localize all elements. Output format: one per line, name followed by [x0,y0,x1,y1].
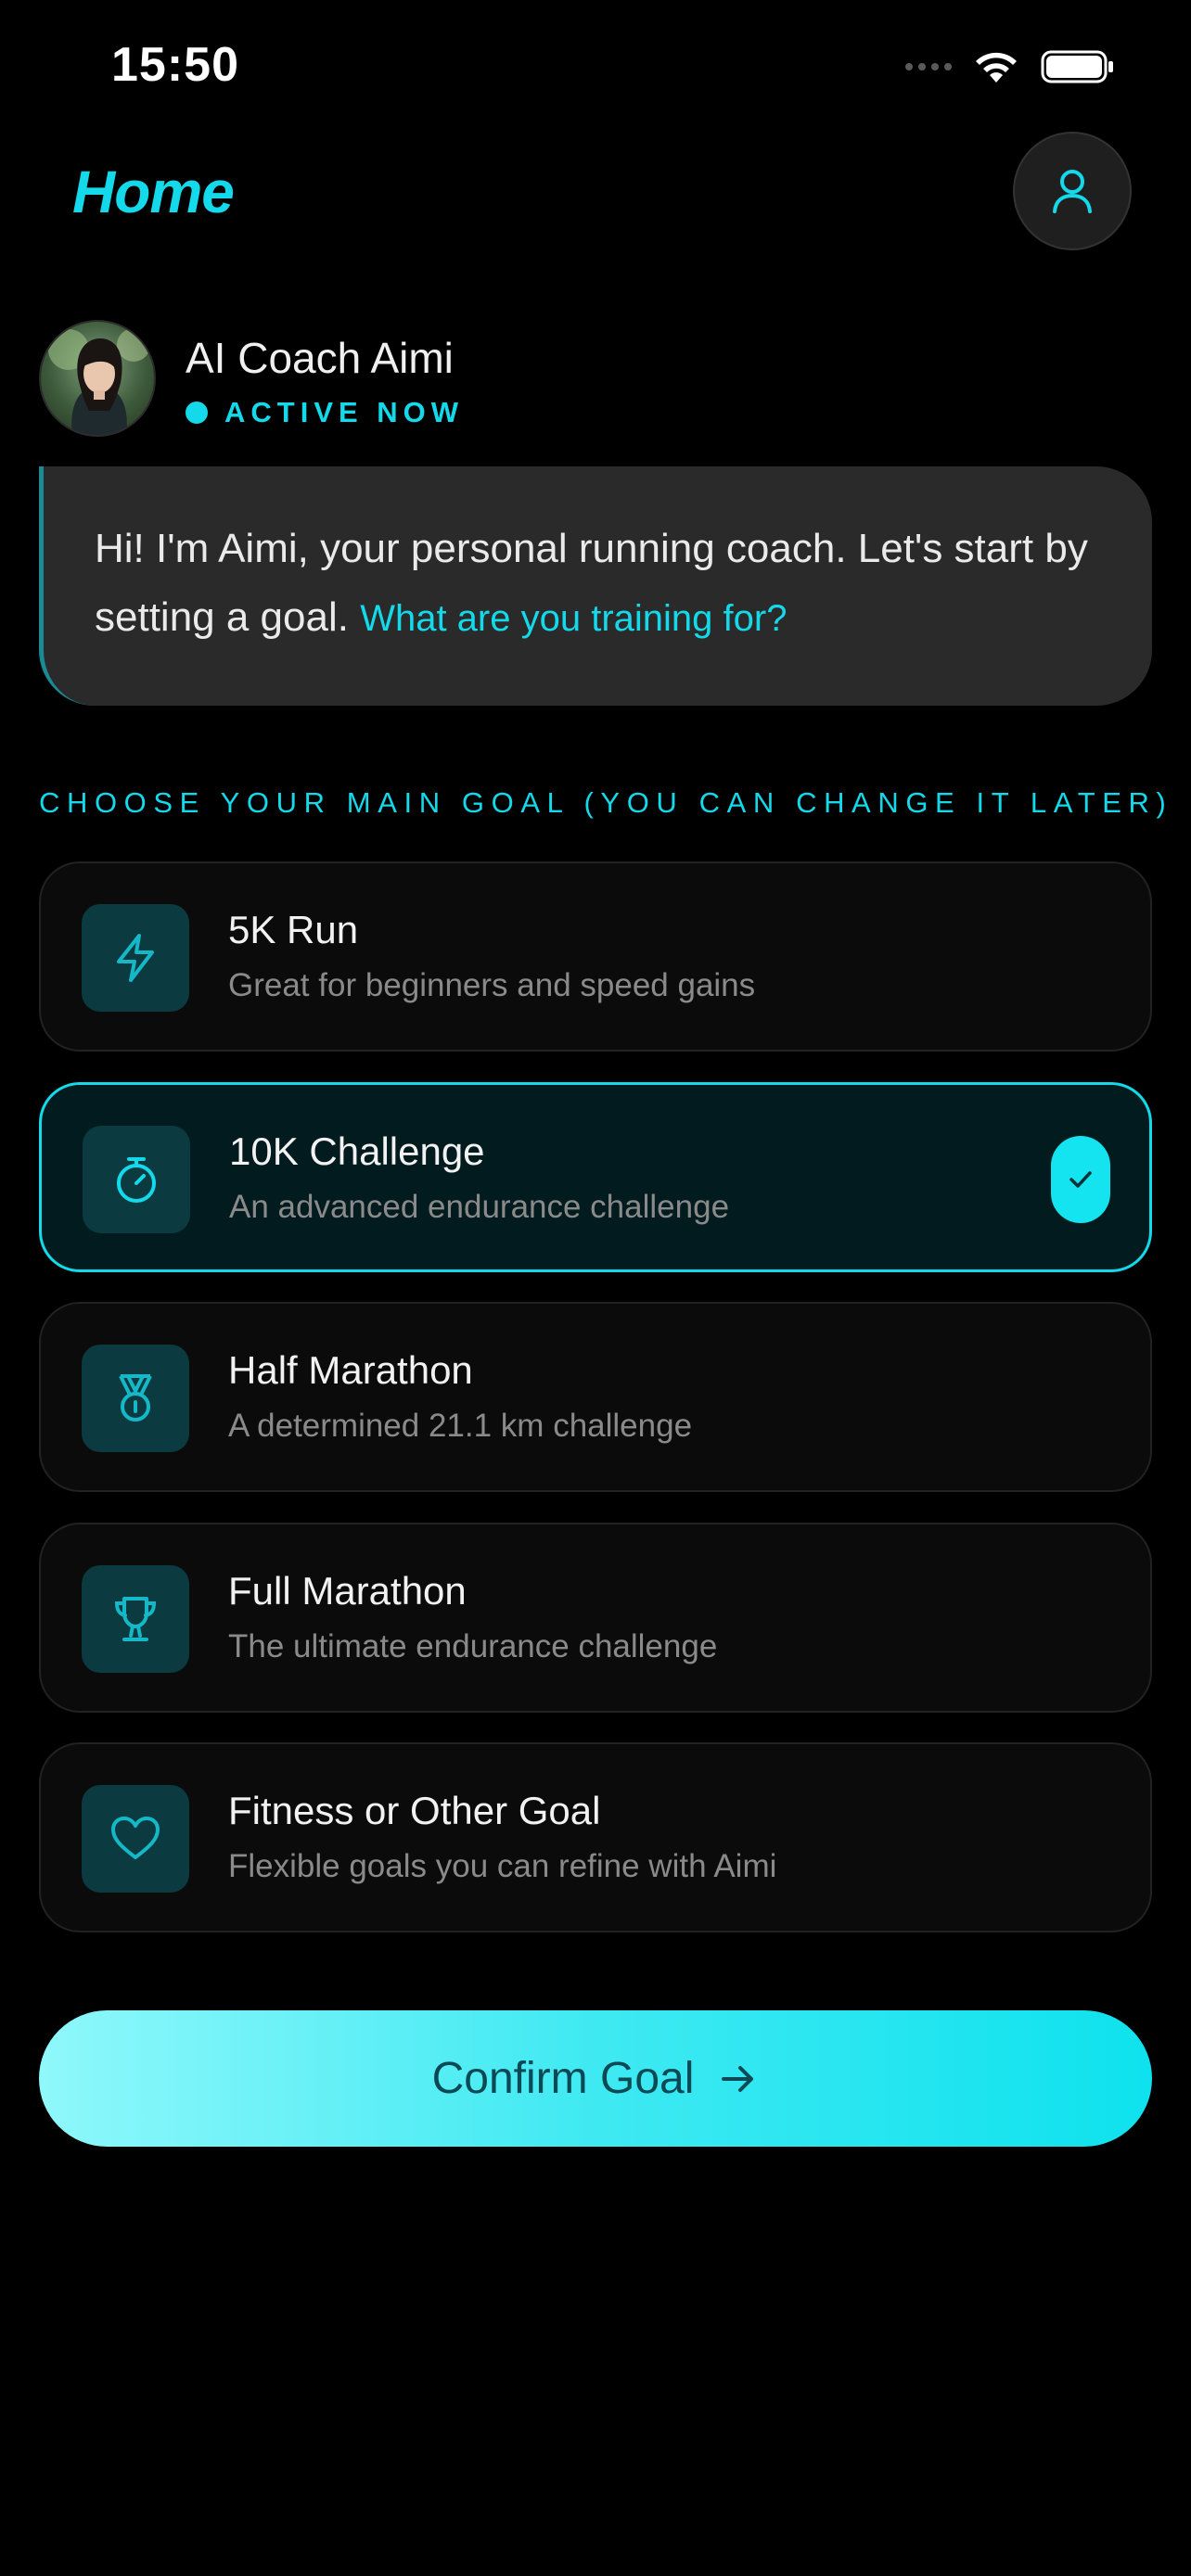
confirm-goal-button[interactable]: Confirm Goal [39,2010,1152,2147]
trophy-icon [82,1565,189,1673]
coach-header: AI Coach Aimi ACTIVE NOW [39,320,1152,437]
stopwatch-icon [83,1126,190,1233]
coach-avatar-image [48,328,150,435]
goal-card-fitness[interactable]: Fitness or Other Goal Flexible goals you… [39,1742,1152,1932]
coach-status: ACTIVE NOW [186,396,464,429]
user-icon [1053,170,1092,213]
page-title: Home [72,159,235,225]
medal-icon [82,1345,189,1452]
coach-message-bubble: Hi! I'm Aimi, your personal running coac… [39,466,1152,706]
wifi-icon [976,52,1017,83]
goal-title: Full Marathon [228,1569,467,1613]
cellular-signal-icon [905,63,952,70]
goal-description: A determined 21.1 km challenge [228,1408,693,1444]
goal-description: An advanced endurance challenge [229,1189,730,1225]
coach-message-highlight: What are you training for? [360,598,788,639]
status-icons [905,48,1115,85]
selected-check-badge [1051,1136,1110,1223]
goal-title: 5K Run [228,908,359,951]
goal-card-5k[interactable]: 5K Run Great for beginners and speed gai… [39,861,1152,1052]
profile-button[interactable] [1013,132,1132,250]
status-time: 15:50 [111,38,239,92]
goal-description: Great for beginners and speed gains [228,967,756,1003]
goal-description: Flexible goals you can refine with Aimi [228,1848,777,1884]
goal-card-10k[interactable]: 10K Challenge An advanced endurance chal… [39,1082,1152,1272]
goal-title: Fitness or Other Goal [228,1789,601,1832]
section-label: CHOOSE YOUR MAIN GOAL (YOU CAN CHANGE IT… [39,786,1173,819]
goal-title: 10K Challenge [229,1129,485,1173]
online-dot-icon [186,402,208,424]
lightning-icon [82,904,189,1012]
check-icon [1069,1171,1092,1188]
arrow-right-icon [722,2065,754,2092]
coach-name: AI Coach Aimi [186,334,454,382]
goal-card-full-marathon[interactable]: Full Marathon The ultimate endurance cha… [39,1523,1152,1713]
confirm-goal-label: Confirm Goal [431,2054,695,2103]
heart-icon [82,1785,189,1893]
goal-card-half-marathon[interactable]: Half Marathon A determined 21.1 km chall… [39,1302,1152,1492]
goal-title: Half Marathon [228,1348,473,1392]
status-bar: 15:50 [0,0,1191,130]
status-label: ACTIVE NOW [224,396,465,428]
battery-icon [1041,50,1113,83]
header: Home [0,130,1191,255]
avatar [39,320,156,437]
goal-description: The ultimate endurance challenge [228,1628,718,1664]
